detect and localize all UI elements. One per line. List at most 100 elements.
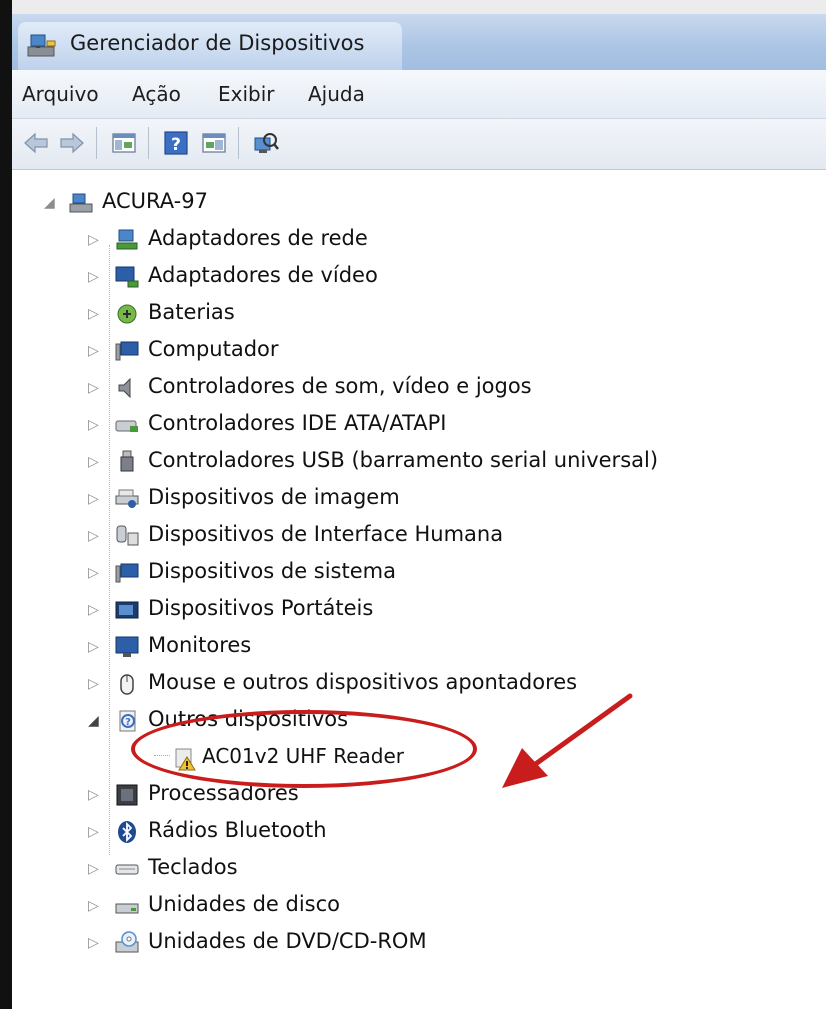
- tree-category-label: Dispositivos de Interface Humana: [148, 522, 504, 546]
- tree-category-row[interactable]: ▷ Dispositivos de sistema: [88, 556, 688, 590]
- tree-category-label: Computador: [148, 337, 279, 361]
- expand-arrow-icon[interactable]: ▷: [88, 852, 99, 886]
- expand-arrow-icon[interactable]: ▷: [88, 926, 99, 960]
- expand-arrow-icon[interactable]: ▷: [88, 260, 99, 294]
- show-hide-tree-icon[interactable]: [110, 129, 138, 157]
- tree-category-row[interactable]: ▷ Unidades de disco: [88, 889, 688, 923]
- disk-drive-icon: [115, 903, 139, 914]
- expand-arrow-icon[interactable]: ▷: [88, 223, 99, 257]
- expand-arrow-icon[interactable]: ▷: [88, 593, 99, 627]
- toolbar: ?: [12, 119, 826, 170]
- tree-category-row[interactable]: ▷ Controladores USB (barramento serial u…: [88, 445, 728, 479]
- ide-controller-icon: [115, 420, 138, 432]
- expand-arrow-icon[interactable]: ▷: [88, 482, 99, 516]
- display-adapter-icon: [115, 266, 139, 288]
- annotation-ellipse: [131, 710, 477, 788]
- expand-arrow-icon[interactable]: ▷: [88, 297, 99, 331]
- tree-category-row[interactable]: ▷ Rádios Bluetooth: [88, 815, 688, 849]
- network-adapter-icon: [116, 229, 138, 250]
- expand-arrow-icon[interactable]: ▷: [88, 334, 99, 368]
- screen-border: [0, 0, 12, 1009]
- usb-icon: [120, 450, 134, 472]
- toolbar-separator: [148, 127, 149, 159]
- menu-ajuda[interactable]: Ajuda: [308, 82, 365, 106]
- system-devices-icon: [115, 563, 139, 583]
- device-tree: ◢ ACURA-97 ▷ Adaptadores de rede ▷ Adapt…: [12, 170, 826, 1009]
- expand-arrow-icon[interactable]: ▷: [88, 889, 99, 923]
- tree-category-row[interactable]: ▷ Dispositivos de Interface Humana: [88, 519, 688, 553]
- toolbar-separator: [96, 127, 97, 159]
- tree-category-row[interactable]: ▷ Monitores: [88, 630, 688, 664]
- tree-category-label: Teclados: [148, 855, 238, 879]
- tree-root[interactable]: ◢ ACURA-97: [44, 186, 544, 220]
- tree-category-label: Controladores USB (barramento serial uni…: [148, 448, 659, 472]
- collapse-arrow-icon[interactable]: ◢: [88, 704, 99, 738]
- expand-arrow-icon[interactable]: ▷: [88, 778, 99, 812]
- expand-arrow-icon[interactable]: ▷: [88, 667, 99, 701]
- help-icon[interactable]: ?: [162, 129, 190, 157]
- device-manager-icon: [27, 34, 56, 57]
- tree-category-row[interactable]: ▷ Adaptadores de vídeo: [88, 260, 688, 294]
- keyboard-icon: [115, 864, 139, 875]
- forward-icon[interactable]: [58, 129, 86, 157]
- battery-icon: [117, 304, 137, 324]
- tree-root-label: ACURA-97: [102, 189, 208, 213]
- tree-category-label: Monitores: [148, 633, 252, 657]
- device-manager-window: Gerenciador de Dispositivos Arquivo Ação…: [12, 14, 826, 1009]
- mouse-icon: [120, 674, 134, 695]
- tree-category-label: Unidades de disco: [148, 892, 341, 916]
- processor-icon: [116, 784, 138, 806]
- menu-acao[interactable]: Ação: [132, 82, 181, 106]
- window-title: Gerenciador de Dispositivos: [70, 31, 365, 55]
- scanner-icon: [115, 489, 139, 508]
- portable-device-icon: [115, 601, 139, 619]
- tree-category-label: Unidades de DVD/CD-ROM: [148, 929, 427, 953]
- tree-category-label: Rádios Bluetooth: [148, 818, 327, 842]
- other-devices-icon: ?: [119, 710, 136, 732]
- tree-category-label: Dispositivos de imagem: [148, 485, 400, 509]
- bluetooth-icon: [118, 821, 136, 843]
- expand-arrow-icon[interactable]: ▷: [88, 408, 99, 442]
- menu-exibir[interactable]: Exibir: [218, 82, 275, 106]
- annotation-arrow-icon: [502, 693, 633, 788]
- expand-arrow-icon[interactable]: ▷: [88, 630, 99, 664]
- expand-arrow-icon[interactable]: ▷: [88, 815, 99, 849]
- computer-icon: [69, 193, 93, 213]
- monitor-icon: [115, 636, 139, 657]
- tree-category-row[interactable]: ▷ Adaptadores de rede: [88, 223, 688, 257]
- dvd-drive-icon: [115, 931, 139, 953]
- expand-arrow-icon[interactable]: ▷: [88, 371, 99, 405]
- title-bar[interactable]: Gerenciador de Dispositivos: [12, 14, 826, 70]
- tree-category-label: Dispositivos de sistema: [148, 559, 396, 583]
- back-icon[interactable]: [22, 129, 50, 157]
- tree-category-row[interactable]: ▷ Computador: [88, 334, 688, 368]
- svg-text:?: ?: [171, 135, 181, 155]
- collapse-arrow-icon[interactable]: ◢: [44, 186, 55, 220]
- tree-category-label: Adaptadores de rede: [148, 226, 368, 250]
- tree-category-label: Adaptadores de vídeo: [148, 263, 378, 287]
- expand-arrow-icon[interactable]: ▷: [88, 445, 99, 479]
- tree-category-label: Controladores IDE ATA/ATAPI: [148, 411, 447, 435]
- menu-bar: Arquivo Ação Exibir Ajuda: [12, 70, 826, 119]
- tree-category-row[interactable]: ▷ Controladores IDE ATA/ATAPI: [88, 408, 688, 442]
- scan-hardware-icon[interactable]: [252, 129, 280, 157]
- toolbar-separator: [238, 127, 239, 159]
- tree-category-row[interactable]: ▷ Dispositivos de imagem: [88, 482, 688, 516]
- svg-text:?: ?: [125, 717, 131, 728]
- tree-category-label: Dispositivos Portáteis: [148, 596, 374, 620]
- tree-category-row[interactable]: ▷ Teclados: [88, 852, 688, 886]
- properties-icon[interactable]: [200, 129, 228, 157]
- tree-category-row[interactable]: ▷ Baterias: [88, 297, 688, 331]
- tree-category-label: Controladores de som, vídeo e jogos: [148, 374, 532, 398]
- computer-icon: [115, 341, 139, 361]
- tree-category-row[interactable]: ▷ Unidades de DVD/CD-ROM: [88, 926, 688, 960]
- expand-arrow-icon[interactable]: ▷: [88, 519, 99, 553]
- tree-category-row[interactable]: ▷ Dispositivos Portáteis: [88, 593, 688, 627]
- tree-category-label: Baterias: [148, 300, 235, 324]
- speaker-icon: [118, 377, 131, 399]
- screen-background: [0, 0, 826, 14]
- tree-category-row[interactable]: ▷ Controladores de som, vídeo e jogos: [88, 371, 688, 405]
- menu-arquivo[interactable]: Arquivo: [22, 82, 99, 106]
- expand-arrow-icon[interactable]: ▷: [88, 556, 99, 590]
- hid-icon: [116, 525, 139, 546]
